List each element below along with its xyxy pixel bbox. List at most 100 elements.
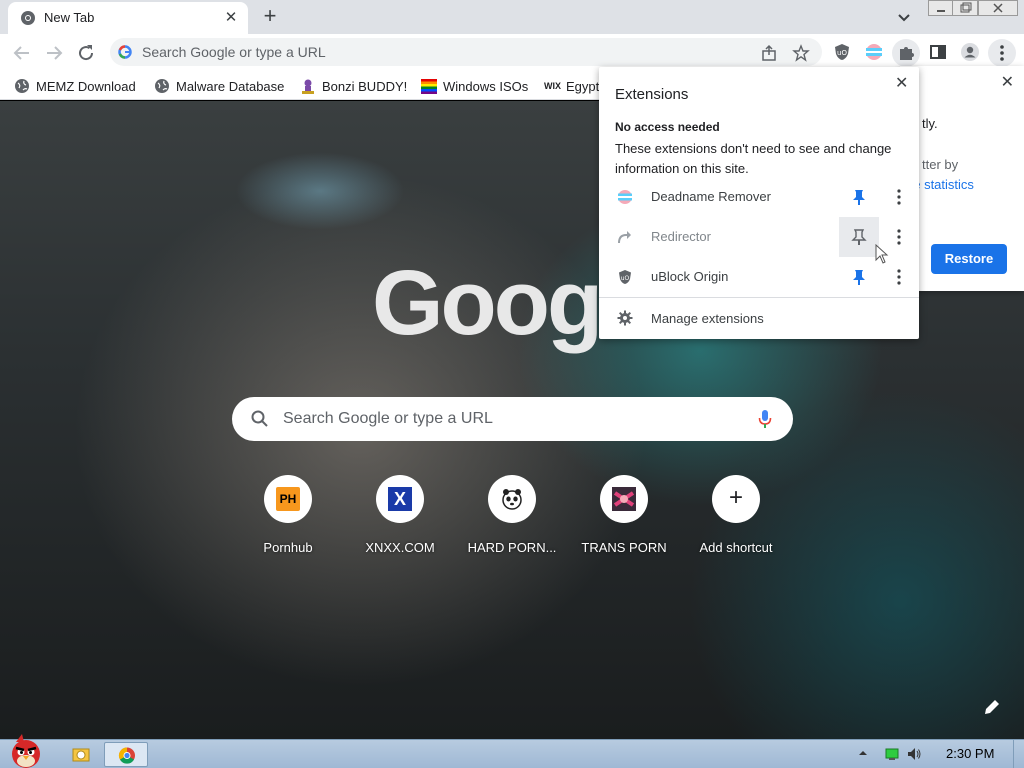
- address-bar[interactable]: Search Google or type a URL: [110, 38, 822, 66]
- ntp-search-placeholder: Search Google or type a URL: [283, 410, 493, 427]
- bookmark-bonzi-buddy[interactable]: Bonzi BUDDY!: [300, 77, 407, 95]
- shortcut-tile: X: [376, 475, 424, 523]
- bookmark-label: Bonzi BUDDY!: [322, 78, 408, 94]
- browser-toolbar: Search Google or type a URL uO: [0, 34, 1024, 70]
- extension-name: Redirector: [651, 229, 711, 244]
- bookmark-label: MEMZ Download: [36, 78, 136, 94]
- profile-avatar-icon[interactable]: [960, 42, 980, 62]
- bonzi-icon: [302, 79, 314, 94]
- section-description: These extensions don't need to see and c…: [615, 141, 892, 176]
- extension-row-redirector[interactable]: Redirector: [599, 217, 919, 257]
- bookmark-windows-isos[interactable]: Windows ISOs: [421, 77, 528, 95]
- window-close-button[interactable]: [978, 0, 1018, 16]
- bookmark-memz-download[interactable]: MEMZ Download: [14, 77, 136, 95]
- manage-extensions-label: Manage extensions: [651, 311, 764, 326]
- puzzle-icon: [900, 47, 914, 60]
- shortcut-tile: [600, 475, 648, 523]
- pin-outline-icon: [851, 229, 867, 245]
- more-options-icon[interactable]: [889, 227, 909, 247]
- menu-divider: [599, 297, 919, 298]
- customize-pencil-icon[interactable]: [980, 695, 1004, 719]
- shortcut-trans-porn[interactable]: TRANS PORN: [568, 475, 680, 565]
- restore-message: tly.: [922, 116, 938, 131]
- bookmark-label: Egypt: [566, 78, 600, 94]
- chrome-favicon-icon: [21, 11, 35, 25]
- bookmark-label: Windows ISOs: [443, 78, 529, 94]
- tray-expand-icon[interactable]: [858, 748, 868, 758]
- restore-usage-text: tter by: [922, 157, 959, 172]
- extension-row-deadname-remover[interactable]: Deadname Remover: [599, 177, 919, 217]
- shortcut-xnxx[interactable]: X XNXX.COM: [344, 475, 456, 565]
- shortcut-label: Add shortcut: [699, 540, 773, 555]
- ntp-search-box[interactable]: Search Google or type a URL: [232, 397, 793, 441]
- pin-button[interactable]: [839, 217, 879, 257]
- new-tab-button[interactable]: +: [258, 5, 282, 29]
- plus-icon: +: [728, 484, 743, 511]
- chrome-icon: [118, 747, 135, 764]
- section-heading: No access needed: [615, 120, 720, 134]
- shortcut-tile: PH: [264, 475, 312, 523]
- extension-row-ublock-origin[interactable]: uO uBlock Origin: [599, 257, 919, 297]
- shortcut-pornhub[interactable]: PH Pornhub: [232, 475, 344, 565]
- shortcut-tile: [488, 475, 536, 523]
- pornhub-favicon-icon: PH: [276, 487, 300, 511]
- extensions-button[interactable]: [892, 39, 920, 67]
- taskbar-explorer[interactable]: [66, 742, 96, 767]
- shortcut-tile: +: [712, 475, 760, 523]
- forward-icon[interactable]: [42, 41, 66, 65]
- restore-button[interactable]: Restore: [931, 244, 1007, 274]
- bookmark-label: Malware Database: [176, 78, 285, 94]
- trans-porn-favicon-icon: [612, 487, 636, 511]
- pin-filled-icon: [853, 190, 865, 205]
- animal-face-icon: [502, 489, 522, 510]
- extensions-menu-title: Extensions: [615, 86, 689, 103]
- start-button-angry-bird-icon[interactable]: [2, 732, 50, 768]
- bookmark-malware-database[interactable]: Malware Database: [154, 77, 284, 95]
- tab-close-icon[interactable]: ✕: [222, 9, 240, 27]
- network-icon[interactable]: [884, 746, 900, 762]
- restore-close-icon[interactable]: ✕: [1001, 72, 1014, 92]
- rainbow-flag-icon: [421, 79, 437, 94]
- show-desktop-button[interactable]: [1013, 740, 1024, 768]
- deadname-remover-icon[interactable]: [864, 42, 884, 62]
- extensions-close-icon[interactable]: ✕: [895, 73, 908, 93]
- shortcut-label: Pornhub: [263, 540, 313, 555]
- add-shortcut-button[interactable]: + Add shortcut: [680, 475, 792, 565]
- manage-extensions-item[interactable]: Manage extensions: [599, 301, 919, 337]
- more-options-icon[interactable]: [889, 187, 909, 207]
- pin-button[interactable]: [839, 257, 879, 297]
- shortcut-label: TRANS PORN: [581, 540, 667, 555]
- chrome-menu-button[interactable]: [988, 39, 1016, 67]
- globe-icon: [155, 79, 169, 93]
- bookmark-star-icon[interactable]: [792, 44, 810, 62]
- extension-name: uBlock Origin: [651, 269, 729, 284]
- ublock-origin-icon[interactable]: uO: [832, 42, 852, 62]
- shortcut-label: HARD PORN...: [467, 540, 557, 555]
- mouse-cursor-icon: [875, 244, 889, 264]
- tab-search-icon[interactable]: [894, 7, 914, 27]
- side-panel-icon[interactable]: [928, 42, 948, 62]
- wix-icon: WIX: [544, 81, 561, 91]
- volume-icon[interactable]: [906, 746, 922, 762]
- xnxx-favicon-icon: X: [388, 487, 412, 511]
- svg-text:uO: uO: [837, 49, 847, 57]
- ublock-origin-icon: uO: [619, 270, 631, 284]
- folder-icon: [72, 748, 90, 762]
- taskbar-chrome[interactable]: [104, 742, 148, 767]
- back-icon[interactable]: [10, 41, 34, 65]
- window-restore-button[interactable]: [952, 0, 978, 16]
- taskbar: 2:30 PM: [0, 734, 1024, 768]
- more-options-icon[interactable]: [889, 267, 909, 287]
- taskbar-clock[interactable]: 2:30 PM: [946, 746, 994, 761]
- microphone-icon[interactable]: [757, 409, 773, 429]
- tab-new-tab[interactable]: New Tab ✕: [8, 2, 248, 34]
- share-icon[interactable]: [760, 44, 778, 62]
- kebab-menu-icon: [1000, 45, 1004, 61]
- gear-icon: [617, 310, 633, 326]
- bookmark-egypt[interactable]: WIX Egypt: [544, 77, 599, 95]
- pin-button[interactable]: [839, 177, 879, 217]
- window-minimize-button[interactable]: [928, 0, 954, 16]
- reload-icon[interactable]: [74, 41, 98, 65]
- extension-name: Deadname Remover: [651, 189, 771, 204]
- shortcut-hard-porn[interactable]: HARD PORN...: [456, 475, 568, 565]
